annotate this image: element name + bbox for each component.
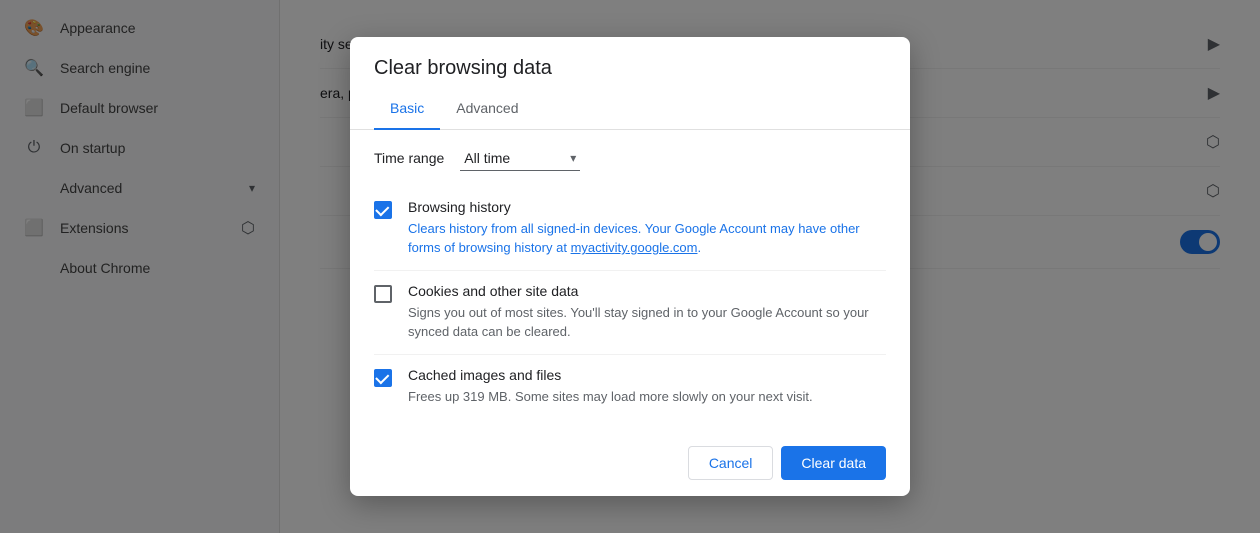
dialog-tabs: Basic Advanced [350,88,910,130]
cookies-item: Cookies and other site data Signs you ou… [374,270,886,354]
browsing-history-text: Browsing history Clears history from all… [408,199,886,258]
cookies-desc: Signs you out of most sites. You'll stay… [408,303,886,342]
browsing-history-desc: Clears history from all signed-in device… [408,219,886,258]
time-range-row: Time range Last hour Last 24 hours Last … [374,146,886,171]
myactivity-link[interactable]: myactivity.google.com [571,240,698,255]
cached-images-checkbox[interactable] [374,369,392,387]
browsing-history-item: Browsing history Clears history from all… [374,187,886,270]
cookies-checkbox[interactable] [374,285,392,303]
clear-browsing-dialog: Clear browsing data Basic Advanced Time … [350,37,910,497]
browsing-history-title: Browsing history [408,199,886,215]
time-range-select[interactable]: Last hour Last 24 hours Last 7 days Last… [460,146,580,171]
dialog-title: Clear browsing data [350,37,910,80]
time-range-select-wrapper: Last hour Last 24 hours Last 7 days Last… [460,146,580,171]
cached-images-desc: Frees up 319 MB. Some sites may load mor… [408,387,886,407]
tab-basic[interactable]: Basic [374,88,440,130]
time-range-label: Time range [374,150,444,166]
dialog-footer: Cancel Clear data [350,434,910,496]
cancel-button[interactable]: Cancel [688,446,774,480]
dialog-body: Time range Last hour Last 24 hours Last … [350,130,910,435]
cached-images-text: Cached images and files Frees up 319 MB.… [408,367,886,407]
browsing-history-checkbox[interactable] [374,201,392,219]
cached-images-item: Cached images and files Frees up 319 MB.… [374,354,886,419]
clear-data-button[interactable]: Clear data [781,446,886,480]
cached-images-title: Cached images and files [408,367,886,383]
cookies-title: Cookies and other site data [408,283,886,299]
link-suffix: . [698,240,702,255]
modal-overlay: Clear browsing data Basic Advanced Time … [0,0,1260,533]
tab-advanced[interactable]: Advanced [440,88,534,130]
cookies-text: Cookies and other site data Signs you ou… [408,283,886,342]
